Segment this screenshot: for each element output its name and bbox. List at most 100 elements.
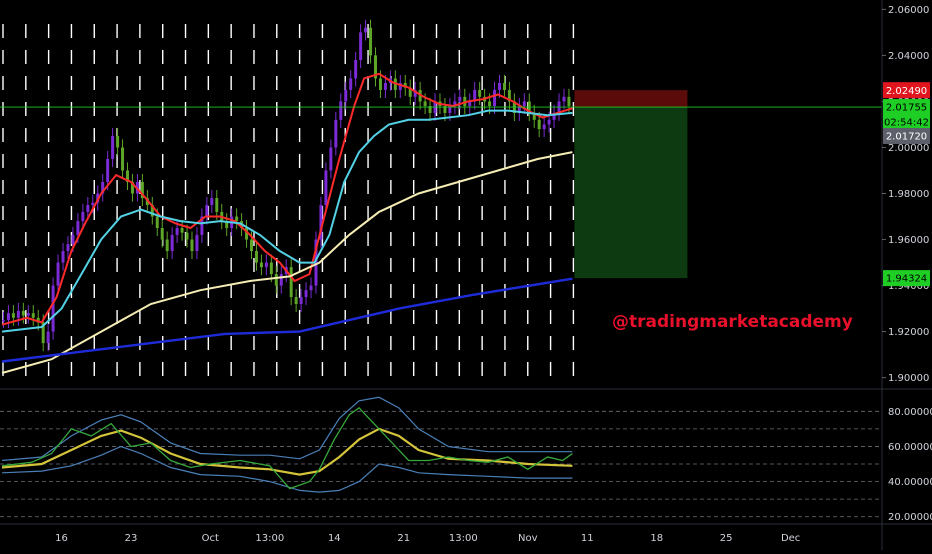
candle-body <box>537 119 541 130</box>
candle-body <box>170 234 174 252</box>
price-tag-label: 2.02490 <box>886 86 927 97</box>
price-tick-label: 2.06000 <box>888 5 929 16</box>
candle-body <box>488 101 492 107</box>
candle-body <box>205 205 209 217</box>
price-tag-label: 2.01720 <box>886 132 927 143</box>
candle-body <box>51 285 55 332</box>
time-tick-label: Nov <box>518 533 538 544</box>
candle-body <box>160 228 164 240</box>
candle-body <box>254 251 258 263</box>
indicator-tick-label: 60.00000 <box>888 442 932 453</box>
candle-body <box>309 285 313 291</box>
trading-chart[interactable]: 2.060002.040002.020002.000001.980001.960… <box>0 0 932 550</box>
price-tag-label: 2.01755 <box>886 103 927 114</box>
candle-body <box>106 158 110 182</box>
candle-body <box>274 274 278 286</box>
candle-body <box>383 83 387 90</box>
candle-body <box>344 89 348 102</box>
candle-body <box>111 135 115 159</box>
candle-body <box>458 96 462 102</box>
candle-body <box>259 262 263 268</box>
candle-body <box>61 251 65 263</box>
price-tag-label: 02:54:42 <box>884 117 929 128</box>
candle-body <box>354 60 358 79</box>
candle-body <box>81 211 85 222</box>
time-tick-label: 25 <box>720 533 733 544</box>
candle-body <box>46 331 50 344</box>
ema-long-line <box>1 277 573 363</box>
price-tick-label: 1.92000 <box>888 327 929 338</box>
watermark-text: @tradingmarketacademy <box>612 312 853 332</box>
time-tick-label: Oct <box>202 533 219 544</box>
indicator-tick-label: 40.00000 <box>888 477 932 488</box>
indicator-tick-label: 80.00000 <box>888 407 932 418</box>
candle-body <box>26 313 30 316</box>
candle-body <box>86 205 90 212</box>
time-tick-label: 23 <box>125 533 138 544</box>
indicator-pane <box>0 396 882 518</box>
candle-body <box>76 221 80 235</box>
candle-body <box>339 101 343 120</box>
price-tick-label: 2.04000 <box>888 51 929 62</box>
candle-body <box>6 313 10 321</box>
candle-body <box>210 198 214 206</box>
price-tick-label: 1.98000 <box>888 189 929 200</box>
candle-body <box>190 239 194 252</box>
candle-body <box>116 135 120 148</box>
candle-body <box>502 83 506 90</box>
candle-body <box>498 83 501 90</box>
candle-body <box>2 320 5 322</box>
candle-body <box>165 239 169 252</box>
candle-body <box>294 297 298 304</box>
candle-body <box>359 32 363 61</box>
candle-body <box>349 78 353 90</box>
candle-body <box>66 244 70 252</box>
candle-body <box>185 232 189 240</box>
candle-body <box>364 27 368 33</box>
candle-body <box>324 170 328 206</box>
candle-body <box>547 119 551 125</box>
candle-body <box>562 96 566 102</box>
candle-body <box>11 313 15 318</box>
time-tick-label: 18 <box>650 533 663 544</box>
candle-body <box>269 262 273 275</box>
candle-body <box>195 234 199 252</box>
candle-body <box>478 89 482 97</box>
price-tag-label: 1.94324 <box>886 274 927 285</box>
price-tick-label: 2.00000 <box>888 143 929 154</box>
candle-body <box>329 147 333 171</box>
time-tick-label: Dec <box>781 533 800 544</box>
time-tick-label: 13:00 <box>255 533 284 544</box>
time-tick-label: 16 <box>55 533 68 544</box>
candle-body <box>522 101 526 107</box>
price-tags: 2.02490 2.01755 02:54:42 2.01720 1.94324 <box>883 82 930 287</box>
candles <box>2 19 571 352</box>
candle-body <box>71 234 75 245</box>
candle-body <box>369 27 373 56</box>
candle-body <box>215 198 219 212</box>
candle-body <box>289 267 293 298</box>
candle-body <box>304 290 308 298</box>
chart-canvas[interactable]: 2.060002.040002.020002.000001.980001.960… <box>0 0 932 550</box>
candle-body <box>378 78 382 90</box>
price-tick-label: 1.90000 <box>888 373 929 384</box>
price-tick-label: 1.96000 <box>888 235 929 246</box>
candle-body <box>56 262 60 286</box>
candle-body <box>567 96 571 107</box>
candle-body <box>250 239 253 252</box>
stop-loss-zone <box>574 90 688 108</box>
candle-body <box>31 313 35 318</box>
candle-body <box>121 147 125 171</box>
candle-body <box>542 124 546 130</box>
session-markers <box>2 24 575 380</box>
candle-body <box>299 297 303 304</box>
candle-body <box>175 228 179 235</box>
candle-body <box>91 202 95 206</box>
candle-body <box>279 274 283 286</box>
time-tick-label: 14 <box>328 533 341 544</box>
position-tool[interactable] <box>574 90 688 279</box>
ema-mid-line <box>1 109 573 333</box>
candle-body <box>264 262 268 268</box>
candle-body <box>21 310 25 316</box>
indicator-tick-label: 20.00000 <box>888 512 932 523</box>
